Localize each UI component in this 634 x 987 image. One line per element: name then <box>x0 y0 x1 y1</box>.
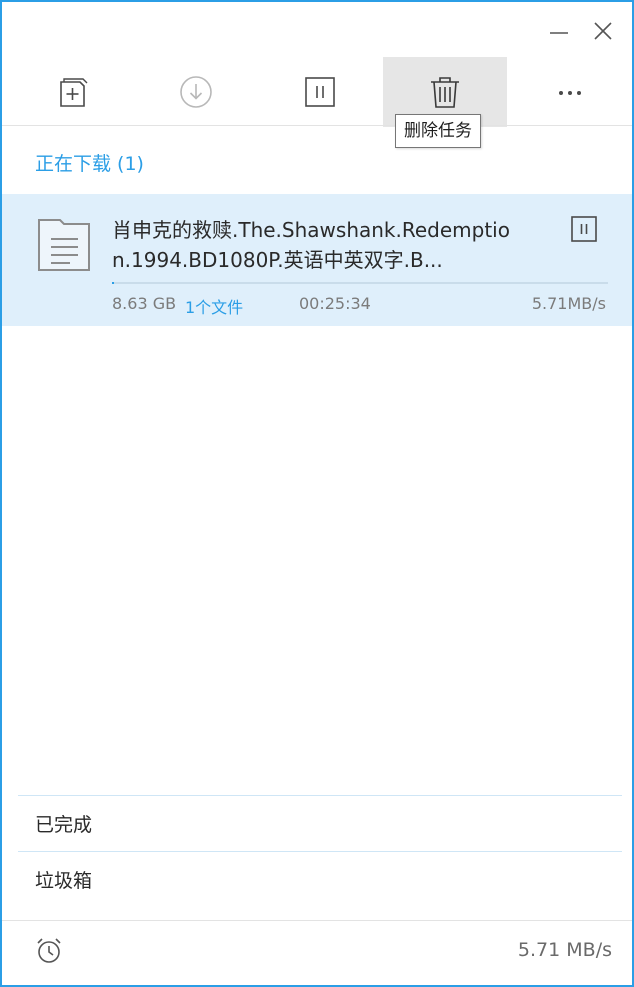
footer-divider <box>2 920 632 921</box>
download-progress-fill <box>112 282 115 284</box>
download-speed: 5.71MB/s <box>531 294 606 313</box>
toolbar-divider <box>2 125 632 126</box>
minimize-icon <box>550 32 568 34</box>
download-progress-bar <box>112 282 608 284</box>
downloading-section-title: 正在下载 (1) <box>35 153 144 175</box>
nav-completed[interactable]: 已完成 <box>2 796 632 850</box>
new-task-button[interactable] <box>10 57 134 127</box>
close-button[interactable] <box>588 16 618 46</box>
alarm-clock-icon[interactable] <box>35 937 63 965</box>
nav-trash-label: 垃圾箱 <box>35 870 93 892</box>
start-download-icon <box>180 76 212 108</box>
delete-task-tooltip: 删除任务 <box>395 114 481 148</box>
file-count-link[interactable]: 1个文件 <box>185 294 243 318</box>
nav-trash[interactable]: 垃圾箱 <box>2 852 632 906</box>
start-download-button[interactable] <box>134 57 258 127</box>
file-size: 8.63 GB <box>112 294 177 313</box>
download-item[interactable]: 肖申克的救赎.The.Shawshank.Redemption.1994.BD1… <box>2 194 632 326</box>
pause-icon <box>305 77 335 107</box>
pause-all-button[interactable] <box>258 57 382 127</box>
remaining-time: 00:25:34 <box>299 294 371 313</box>
file-document-icon <box>38 219 90 271</box>
nav-completed-label: 已完成 <box>35 814 93 836</box>
toolbar <box>2 57 632 127</box>
minimize-button[interactable] <box>544 16 574 46</box>
download-manager-window: 删除任务 正在下载 (1) 肖申克的救赎.The.Shawshank.Redem… <box>0 0 634 987</box>
total-speed: 5.71 MB/s <box>517 939 612 961</box>
download-file-name: 肖申克的救赎.The.Shawshank.Redemption.1994.BD1… <box>112 218 510 272</box>
pause-icon <box>571 216 597 242</box>
more-button[interactable] <box>508 57 632 127</box>
more-icon <box>559 91 581 95</box>
close-icon <box>594 22 612 40</box>
item-pause-button[interactable] <box>571 216 597 242</box>
trash-icon <box>431 77 459 108</box>
new-task-icon <box>60 78 88 107</box>
